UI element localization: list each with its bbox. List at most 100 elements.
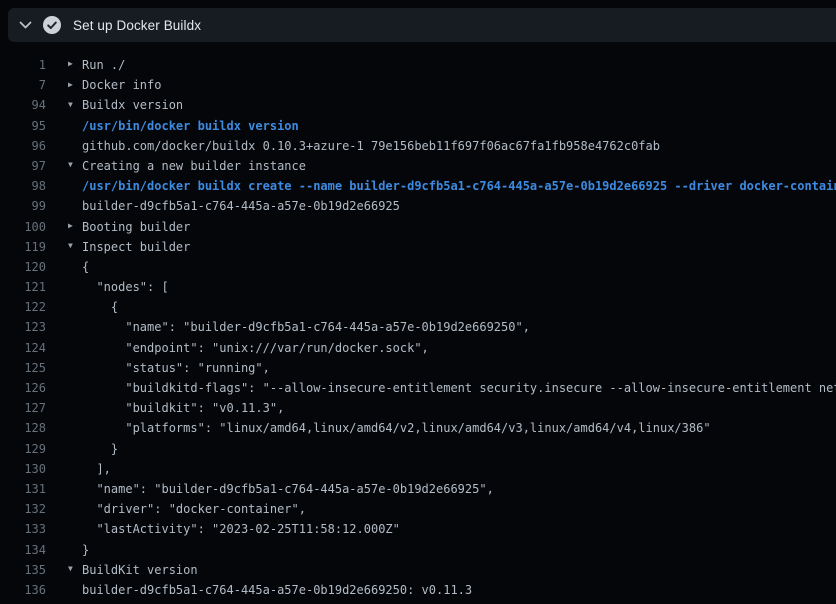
line-number[interactable]: 121 <box>0 277 46 297</box>
log-output-text: ], <box>68 459 836 479</box>
log-row: 131 "name": "builder-d9cfb5a1-c764-445a-… <box>0 479 836 499</box>
line-number[interactable]: 131 <box>0 479 46 499</box>
log-row: 98/usr/bin/docker buildx create --name b… <box>0 176 836 196</box>
log-row: 132 "driver": "docker-container", <box>0 499 836 519</box>
line-number[interactable]: 94 <box>0 95 46 115</box>
log-command-text: /usr/bin/docker buildx create --name bui… <box>68 176 836 196</box>
log-row: 136 builder-d9cfb5a1-c764-445a-a57e-0b19d… <box>0 580 836 600</box>
line-number[interactable]: 135 <box>0 560 46 580</box>
log-row: 96 github.com/docker/buildx 0.10.3+azure-… <box>0 136 836 156</box>
log-row: 94 ▼Buildx version <box>0 95 836 115</box>
caret-down-icon: ▼ <box>68 237 82 257</box>
line-number[interactable]: 98 <box>0 176 46 196</box>
caret-right-icon: ▶ <box>68 217 82 237</box>
log-row: 95/usr/bin/docker buildx version <box>0 116 836 136</box>
line-number[interactable]: 7 <box>0 75 46 95</box>
log-row: 135 ▼BuildKit version <box>0 560 836 580</box>
log-output-text: { <box>68 297 836 317</box>
line-number[interactable]: 127 <box>0 398 46 418</box>
log-row: 119 ▼Inspect builder <box>0 237 836 257</box>
group-label: BuildKit version <box>82 563 198 577</box>
caret-right-icon: ▶ <box>68 55 82 75</box>
log-row: 1 ▶Run ./ <box>0 55 836 75</box>
line-number[interactable]: 122 <box>0 297 46 317</box>
log-row: 122 { <box>0 297 836 317</box>
line-number[interactable]: 136 <box>0 580 46 600</box>
caret-down-icon: ▼ <box>68 560 82 580</box>
log-row: 99 builder-d9cfb5a1-c764-445a-a57e-0b19d2… <box>0 196 836 216</box>
log-group-toggle[interactable]: ▶Booting builder <box>68 217 836 237</box>
group-label: Inspect builder <box>82 240 190 254</box>
line-number[interactable]: 129 <box>0 439 46 459</box>
line-number[interactable]: 95 <box>0 116 46 136</box>
chevron-down-icon[interactable] <box>19 19 32 32</box>
log-output-text: "status": "running", <box>68 358 836 378</box>
log-row: 133 "lastActivity": "2023-02-25T11:58:12… <box>0 519 836 539</box>
log-row: 125 "status": "running", <box>0 358 836 378</box>
log-group-toggle[interactable]: ▶Docker info <box>68 75 836 95</box>
log-output-text: builder-d9cfb5a1-c764-445a-a57e-0b19d2e6… <box>68 580 836 600</box>
line-number[interactable]: 125 <box>0 358 46 378</box>
log-group-toggle[interactable]: ▼Inspect builder <box>68 237 836 257</box>
caret-down-icon: ▼ <box>68 156 82 176</box>
log-row: 120 { <box>0 257 836 277</box>
log-row: 130 ], <box>0 459 836 479</box>
log-command-text: /usr/bin/docker buildx version <box>68 116 836 136</box>
step-header[interactable]: Set up Docker Buildx <box>8 8 836 42</box>
check-circle-icon <box>43 16 61 34</box>
log-output-text: "lastActivity": "2023-02-25T11:58:12.000… <box>68 519 836 539</box>
log-output-text: "name": "builder-d9cfb5a1-c764-445a-a57e… <box>68 317 836 337</box>
line-number[interactable]: 132 <box>0 499 46 519</box>
log-row: 127 "buildkit": "v0.11.3", <box>0 398 836 418</box>
log-output-text: builder-d9cfb5a1-c764-445a-a57e-0b19d2e6… <box>68 196 836 216</box>
log-row: 129 } <box>0 439 836 459</box>
log-row: 100 ▶Booting builder <box>0 217 836 237</box>
step-title: Set up Docker Buildx <box>73 18 201 33</box>
log-row: 126 "buildkitd-flags": "--allow-insecure… <box>0 378 836 398</box>
group-label: Docker info <box>82 78 161 92</box>
log-output-text: "driver": "docker-container", <box>68 499 836 519</box>
group-label: Run ./ <box>82 58 125 72</box>
log-output-text: } <box>68 439 836 459</box>
log-row: 7 ▶Docker info <box>0 75 836 95</box>
log-rows: 1▶Run ./7▶Docker info94▼Buildx version95… <box>0 55 836 600</box>
log-row: 124 "endpoint": "unix:///var/run/docker.… <box>0 338 836 358</box>
line-number[interactable]: 123 <box>0 317 46 337</box>
caret-down-icon: ▼ <box>68 95 82 115</box>
log-output-text: } <box>68 540 836 560</box>
line-number[interactable]: 130 <box>0 459 46 479</box>
line-number[interactable]: 120 <box>0 257 46 277</box>
log-row: 121 "nodes": [ <box>0 277 836 297</box>
caret-right-icon: ▶ <box>68 75 82 95</box>
line-number[interactable]: 97 <box>0 156 46 176</box>
log-output-text: { <box>68 257 836 277</box>
log-output-text: "name": "builder-d9cfb5a1-c764-445a-a57e… <box>68 479 836 499</box>
line-number[interactable]: 1 <box>0 55 46 75</box>
line-number[interactable]: 99 <box>0 196 46 216</box>
log-group-toggle[interactable]: ▼Buildx version <box>68 95 836 115</box>
line-number[interactable]: 128 <box>0 418 46 438</box>
log-output-text: "buildkit": "v0.11.3", <box>68 398 836 418</box>
group-label: Creating a new builder instance <box>82 159 306 173</box>
line-number[interactable]: 124 <box>0 338 46 358</box>
line-number[interactable]: 100 <box>0 217 46 237</box>
log-output-text: "endpoint": "unix:///var/run/docker.sock… <box>68 338 836 358</box>
line-number[interactable]: 126 <box>0 378 46 398</box>
group-label: Buildx version <box>82 98 183 112</box>
log-output-text: github.com/docker/buildx 0.10.3+azure-1 … <box>68 136 836 156</box>
line-number[interactable]: 96 <box>0 136 46 156</box>
log-row: 134} <box>0 540 836 560</box>
log-output-text: "platforms": "linux/amd64,linux/amd64/v2… <box>68 418 836 438</box>
line-number[interactable]: 119 <box>0 237 46 257</box>
log-group-toggle[interactable]: ▼Creating a new builder instance <box>68 156 836 176</box>
log-row: 97 ▼Creating a new builder instance <box>0 156 836 176</box>
line-number[interactable]: 134 <box>0 540 46 560</box>
log-group-toggle[interactable]: ▶Run ./ <box>68 55 836 75</box>
log-group-toggle[interactable]: ▼BuildKit version <box>68 560 836 580</box>
group-label: Booting builder <box>82 220 190 234</box>
log-output-text: "buildkitd-flags": "--allow-insecure-ent… <box>68 378 836 398</box>
line-number[interactable]: 133 <box>0 519 46 539</box>
log-output-text: "nodes": [ <box>68 277 836 297</box>
log-row: 123 "name": "builder-d9cfb5a1-c764-445a-… <box>0 317 836 337</box>
log-row: 128 "platforms": "linux/amd64,linux/amd6… <box>0 418 836 438</box>
